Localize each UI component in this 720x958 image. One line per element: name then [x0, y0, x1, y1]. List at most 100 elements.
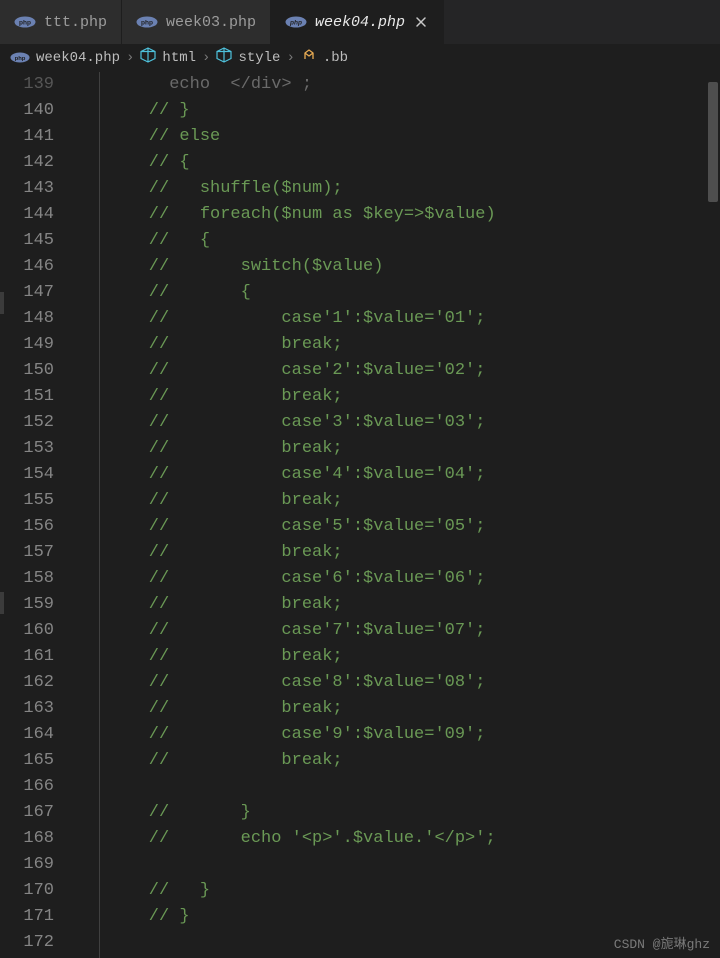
code-line[interactable]: // break;	[108, 748, 720, 774]
code-line[interactable]: // }	[108, 878, 720, 904]
code-line[interactable]: // }	[108, 98, 720, 124]
line-number: 151	[0, 384, 54, 410]
code-line[interactable]: // case'7':$value='07';	[108, 618, 720, 644]
line-number: 140	[0, 98, 54, 124]
code-line[interactable]: // break;	[108, 540, 720, 566]
class-icon	[301, 47, 317, 68]
code-line[interactable]: // break;	[108, 436, 720, 462]
breadcrumb-label: week04.php	[36, 50, 120, 66]
vertical-scrollbar[interactable]	[706, 72, 720, 958]
code-line[interactable]: // foreach($num as $key=>$value)	[108, 202, 720, 228]
code-line[interactable]: // break;	[108, 592, 720, 618]
line-number: 168	[0, 826, 54, 852]
code-line[interactable]: // {	[108, 280, 720, 306]
code-line[interactable]: // switch($value)	[108, 254, 720, 280]
line-number: 159	[0, 592, 54, 618]
line-number: 161	[0, 644, 54, 670]
element-icon	[140, 47, 156, 68]
svg-text:php: php	[141, 20, 153, 27]
breadcrumb-file[interactable]: php week04.php	[10, 50, 120, 66]
line-number: 165	[0, 748, 54, 774]
line-number: 147	[0, 280, 54, 306]
tab-week04-php[interactable]: php week04.php	[271, 0, 444, 44]
svg-text:php: php	[15, 56, 26, 62]
code-line[interactable]	[108, 852, 720, 878]
line-number: 169	[0, 852, 54, 878]
code-line[interactable]: // }	[108, 904, 720, 930]
line-number: 149	[0, 332, 54, 358]
breadcrumb-label: .bb	[323, 50, 348, 66]
line-number: 145	[0, 228, 54, 254]
code-line[interactable]: // case'9':$value='09';	[108, 722, 720, 748]
chevron-right-icon: ›	[202, 50, 210, 66]
code-line[interactable]: // case'5':$value='05';	[108, 514, 720, 540]
code-line[interactable]	[108, 774, 720, 800]
code-area[interactable]: echo </div> ; // } // else // { // shuff…	[100, 72, 720, 958]
scrollbar-thumb[interactable]	[708, 82, 718, 202]
code-line[interactable]: // {	[108, 150, 720, 176]
chevron-right-icon: ›	[286, 50, 294, 66]
code-line[interactable]: // case'2':$value='02';	[108, 358, 720, 384]
breadcrumb: php week04.php › html › style › .bb	[0, 44, 720, 72]
code-line[interactable]: // }	[108, 800, 720, 826]
code-line[interactable]: // break;	[108, 332, 720, 358]
line-number: 154	[0, 462, 54, 488]
left-gutter-marks	[0, 72, 6, 958]
line-number: 162	[0, 670, 54, 696]
fold-column	[72, 72, 100, 958]
line-number: 142	[0, 150, 54, 176]
code-line[interactable]: // echo '<p>'.$value.'</p>';	[108, 826, 720, 852]
code-line[interactable]: // else	[108, 124, 720, 150]
breadcrumb-class[interactable]: .bb	[301, 47, 348, 68]
tab-label: week03.php	[166, 14, 256, 31]
line-number: 166	[0, 774, 54, 800]
code-line[interactable]: // break;	[108, 644, 720, 670]
element-icon	[216, 47, 232, 68]
line-number: 172	[0, 930, 54, 956]
code-line[interactable]: // case'3':$value='03';	[108, 410, 720, 436]
tab-ttt-php[interactable]: php ttt.php	[0, 0, 122, 44]
line-number: 158	[0, 566, 54, 592]
breadcrumb-style[interactable]: style	[216, 47, 280, 68]
code-line[interactable]: // {	[108, 228, 720, 254]
tab-week03-php[interactable]: php week03.php	[122, 0, 271, 44]
code-line[interactable]	[108, 930, 720, 956]
line-number: 139	[0, 72, 54, 98]
line-number: 146	[0, 254, 54, 280]
line-number: 152	[0, 410, 54, 436]
breadcrumb-label: style	[238, 50, 280, 66]
line-number: 156	[0, 514, 54, 540]
code-line[interactable]: echo </div> ;	[108, 72, 720, 98]
line-number: 157	[0, 540, 54, 566]
code-line[interactable]: // case'6':$value='06';	[108, 566, 720, 592]
line-number: 164	[0, 722, 54, 748]
svg-text:php: php	[19, 20, 31, 27]
line-number: 170	[0, 878, 54, 904]
breadcrumb-label: html	[162, 50, 196, 66]
tabs-bar: php ttt.php php week03.php php week04.ph…	[0, 0, 720, 44]
code-line[interactable]: // break;	[108, 696, 720, 722]
line-number: 163	[0, 696, 54, 722]
line-number: 144	[0, 202, 54, 228]
code-line[interactable]: // shuffle($num);	[108, 176, 720, 202]
close-icon[interactable]	[413, 14, 429, 30]
code-line[interactable]: // case'8':$value='08';	[108, 670, 720, 696]
line-number: 141	[0, 124, 54, 150]
breadcrumb-html[interactable]: html	[140, 47, 196, 68]
php-file-icon: php	[285, 16, 307, 28]
code-line[interactable]: // case'1':$value='01';	[108, 306, 720, 332]
line-number: 148	[0, 306, 54, 332]
code-line[interactable]: // break;	[108, 488, 720, 514]
line-number-gutter: 1391401411421431441451461471481491501511…	[0, 72, 72, 958]
tab-label: ttt.php	[44, 14, 107, 31]
svg-text:php: php	[289, 20, 302, 27]
php-file-icon: php	[14, 16, 36, 28]
code-line[interactable]: // case'4':$value='04';	[108, 462, 720, 488]
editor: 1391401411421431441451461471481491501511…	[0, 72, 720, 958]
line-number: 153	[0, 436, 54, 462]
code-line[interactable]: // break;	[108, 384, 720, 410]
tab-label: week04.php	[315, 14, 405, 31]
chevron-right-icon: ›	[126, 50, 134, 66]
line-number: 155	[0, 488, 54, 514]
php-file-icon: php	[136, 16, 158, 28]
